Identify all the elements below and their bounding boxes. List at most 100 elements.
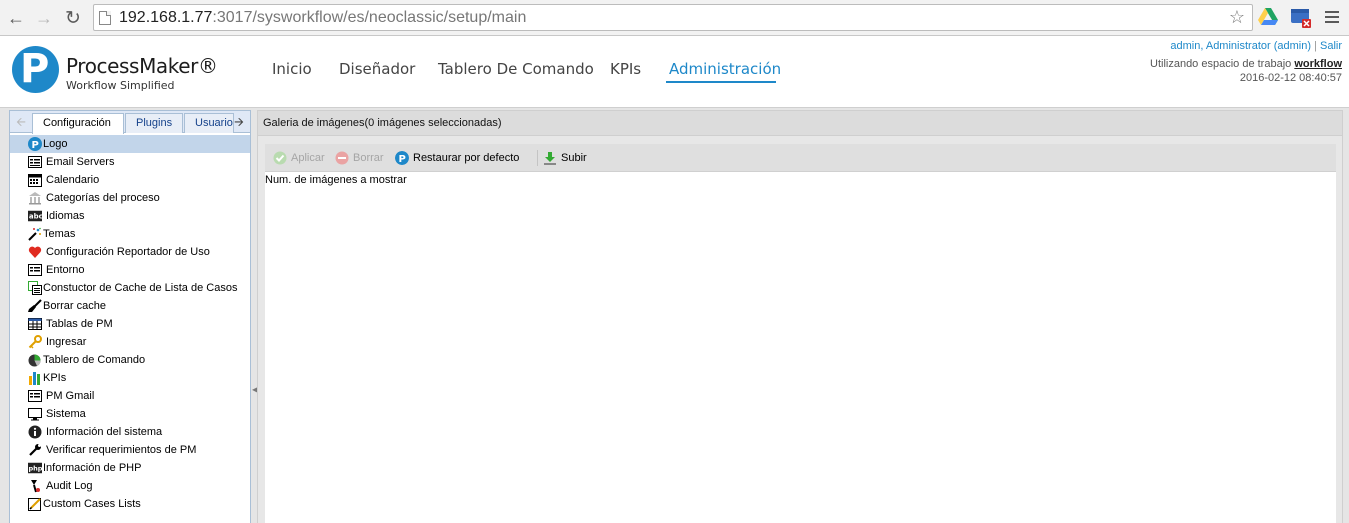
tree-item-themes[interactable]: Temas	[10, 225, 250, 243]
tree-item-custom-cases-lists[interactable]: Custom Cases Lists	[10, 495, 250, 513]
address-bar[interactable]: 192.168.1.77:3017/sysworkflow/es/neoclas…	[93, 4, 1253, 31]
upload-label: Subir	[561, 152, 587, 164]
nav-designer[interactable]: Diseñador	[339, 60, 415, 78]
restore-label: Restaurar por defecto	[413, 152, 520, 164]
settings-tree: P Logo Email Servers Calendario Categorí…	[10, 135, 250, 513]
restore-default-button[interactable]: P Restaurar por defecto	[395, 151, 535, 166]
tree-item-system[interactable]: Sistema	[10, 405, 250, 423]
php-icon: php	[28, 462, 42, 474]
user-info: admin, Administrator (admin) | Salir	[1170, 40, 1342, 52]
tree-label: Tablero de Comando	[43, 354, 146, 366]
tree-label: Entorno	[46, 264, 85, 276]
images-to-show-label: Num. de imágenes a mostrar	[265, 174, 407, 186]
tree-item-logo[interactable]: P Logo	[10, 135, 250, 153]
gallery-toolbar: Aplicar Borrar P Restaurar por defecto S…	[265, 144, 1336, 172]
tree-item-clear-cache[interactable]: Borrar cache	[10, 297, 250, 315]
category-icon	[29, 192, 41, 205]
upload-button[interactable]: Subir	[543, 151, 593, 166]
tree-label: Custom Cases Lists	[43, 498, 141, 510]
calendar-icon	[28, 174, 42, 187]
tree-item-environment[interactable]: Entorno	[10, 261, 250, 279]
svg-text:P: P	[32, 140, 39, 151]
tree-item-verify-requirements[interactable]: Verificar requerimientos de PM	[10, 441, 250, 459]
tree-label: Verificar requerimientos de PM	[46, 444, 197, 456]
tree-item-languages[interactable]: abc Idiomas	[10, 207, 250, 225]
tab-configuration[interactable]: Configuración	[32, 113, 124, 134]
panel-title: Galeria de imágenes(0 imágenes seleccion…	[258, 111, 1342, 136]
page-icon	[99, 11, 111, 25]
nav-dashboard[interactable]: Tablero De Comando	[438, 60, 594, 78]
tree-label: KPIs	[43, 372, 67, 384]
reload-icon[interactable]: ↻	[62, 7, 84, 29]
logout-link[interactable]: Salir	[1320, 40, 1342, 52]
tab-scroll-right-icon[interactable]: 🡪	[230, 113, 248, 131]
panel-body: Aplicar Borrar P Restaurar por defecto S…	[258, 136, 1342, 523]
tree-item-cache-builder[interactable]: Constuctor de Cache de Lista de Casos	[10, 279, 250, 297]
tree-item-usage-reporter[interactable]: Configuración Reportador de Uso	[10, 243, 250, 261]
tab-strip: 🡨 Configuración Plugins Usuarios 🡪	[10, 111, 250, 134]
google-drive-icon[interactable]	[1258, 8, 1278, 26]
tree-item-pm-gmail[interactable]: PM Gmail	[10, 387, 250, 405]
apply-button[interactable]: Aplicar	[273, 151, 333, 166]
delete-icon	[335, 151, 349, 165]
tree-label: Información del sistema	[46, 426, 163, 438]
extension-icon[interactable]	[1290, 7, 1312, 29]
bookmark-star-icon[interactable]: ☆	[1229, 7, 1245, 28]
tree-item-system-info[interactable]: Información del sistema	[10, 423, 250, 441]
main-area: 🡨 Configuración Plugins Usuarios 🡪 P Log…	[0, 107, 1349, 523]
panel-title-count: (0 imágenes seleccionadas)	[364, 117, 502, 129]
tree-label: Constuctor de Cache de Lista de Casos	[43, 282, 238, 294]
tab-scroll-left-icon[interactable]: 🡨	[12, 113, 30, 131]
tree-item-calendar[interactable]: Calendario	[10, 171, 250, 189]
tree-item-audit-log[interactable]: Audit Log	[10, 477, 250, 495]
tree-item-login[interactable]: Ingresar	[10, 333, 250, 351]
browser-menu-icon[interactable]	[1325, 8, 1339, 26]
processmaker-icon: P	[28, 137, 42, 151]
workspace-info: Utilizando espacio de trabajo workflow	[1150, 58, 1342, 70]
tree-item-process-categories[interactable]: Categorías del proceso	[10, 189, 250, 207]
logo-tagline: Workflow Simplified	[66, 79, 175, 92]
delete-button[interactable]: Borrar	[335, 151, 390, 166]
tree-item-email-servers[interactable]: Email Servers	[10, 153, 250, 171]
broom-icon	[28, 299, 42, 312]
delete-label: Borrar	[353, 152, 384, 164]
tree-label: Borrar cache	[43, 300, 106, 312]
info-icon	[28, 425, 42, 439]
workspace-name: workflow	[1294, 58, 1342, 70]
nav-admin[interactable]: Administración	[669, 60, 781, 78]
apply-label: Aplicar	[291, 152, 325, 164]
url-text[interactable]: 192.168.1.77:3017/sysworkflow/es/neoclas…	[119, 9, 526, 27]
tree-label: Calendario	[46, 174, 100, 186]
browser-toolbar: ← → ↻ 192.168.1.77:3017/sysworkflow/es/n…	[0, 0, 1349, 36]
tree-label: Información de PHP	[43, 462, 142, 474]
user-name-link[interactable]: admin, Administrator (admin)	[1170, 40, 1311, 52]
toolbar-separator	[537, 150, 538, 166]
tree-label: PM Gmail	[46, 390, 95, 402]
tree-item-kpis[interactable]: KPIs	[10, 369, 250, 387]
back-arrow-icon[interactable]: ←	[5, 7, 27, 29]
nav-home[interactable]: Inicio	[272, 60, 312, 78]
processmaker-logo[interactable]: P ProcessMaker® Workflow Simplified	[12, 42, 232, 93]
tree-label: Idiomas	[46, 210, 85, 222]
monitor-icon	[28, 408, 42, 421]
svg-text:P: P	[399, 154, 406, 165]
tree-item-php-info[interactable]: php Información de PHP	[10, 459, 250, 477]
forward-arrow-icon[interactable]: →	[33, 7, 55, 29]
check-icon	[273, 151, 287, 165]
bar-chart-icon	[29, 372, 40, 385]
nav-kpis[interactable]: KPIs	[610, 60, 641, 78]
form-icon	[28, 156, 42, 168]
workspace-label: Utilizando espacio de trabajo	[1150, 58, 1292, 70]
image-gallery-panel: Galeria de imágenes(0 imágenes seleccion…	[257, 110, 1343, 523]
tree-label: Logo	[43, 138, 68, 150]
svg-text:php: php	[28, 465, 42, 473]
tree-label: Audit Log	[46, 480, 93, 492]
tab-users[interactable]: Usuarios	[184, 113, 234, 133]
settings-panel: 🡨 Configuración Plugins Usuarios 🡪 P Log…	[9, 110, 251, 523]
tab-plugins[interactable]: Plugins	[125, 113, 183, 133]
tree-item-pm-tables[interactable]: Tablas de PM	[10, 315, 250, 333]
tree-item-dashboard[interactable]: Tablero de Comando	[10, 351, 250, 369]
edit-list-icon	[28, 498, 41, 511]
app-header: P ProcessMaker® Workflow Simplified Inic…	[0, 37, 1349, 107]
table-icon	[28, 318, 42, 330]
